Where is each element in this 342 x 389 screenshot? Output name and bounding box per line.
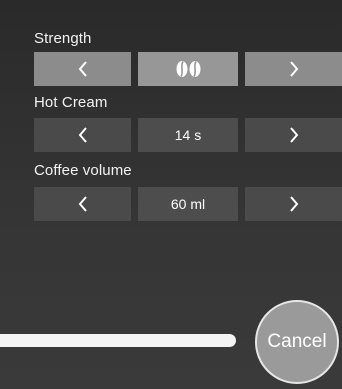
hot-cream-label: Hot Cream — [34, 94, 108, 111]
coffee-volume-row: 60 ml — [34, 187, 342, 221]
coffee-volume-decrease-button[interactable] — [34, 187, 131, 221]
coffee-volume-value: 60 ml — [138, 187, 238, 221]
chevron-left-icon — [78, 127, 87, 143]
hot-cream-row: 14 s — [34, 118, 342, 152]
coffee-volume-increase-button[interactable] — [245, 187, 342, 221]
strength-label: Strength — [34, 30, 92, 47]
strength-value — [138, 52, 238, 86]
strength-increase-button[interactable] — [245, 52, 342, 86]
strength-row — [34, 52, 342, 86]
chevron-left-icon — [78, 61, 87, 77]
cancel-button[interactable]: Cancel — [255, 300, 339, 384]
coffee-beans-icon — [176, 61, 201, 77]
strength-decrease-button[interactable] — [34, 52, 131, 86]
chevron-right-icon — [289, 61, 298, 77]
hot-cream-value: 14 s — [138, 118, 238, 152]
coffee-volume-label: Coffee volume — [34, 162, 132, 179]
hot-cream-increase-button[interactable] — [245, 118, 342, 152]
chevron-right-icon — [289, 127, 298, 143]
hot-cream-decrease-button[interactable] — [34, 118, 131, 152]
progress-slider[interactable] — [0, 334, 236, 347]
chevron-right-icon — [289, 196, 298, 212]
coffee-settings-screen: Strength Hot Cream 14 s Coffee volume 60… — [0, 0, 342, 389]
chevron-left-icon — [78, 196, 87, 212]
